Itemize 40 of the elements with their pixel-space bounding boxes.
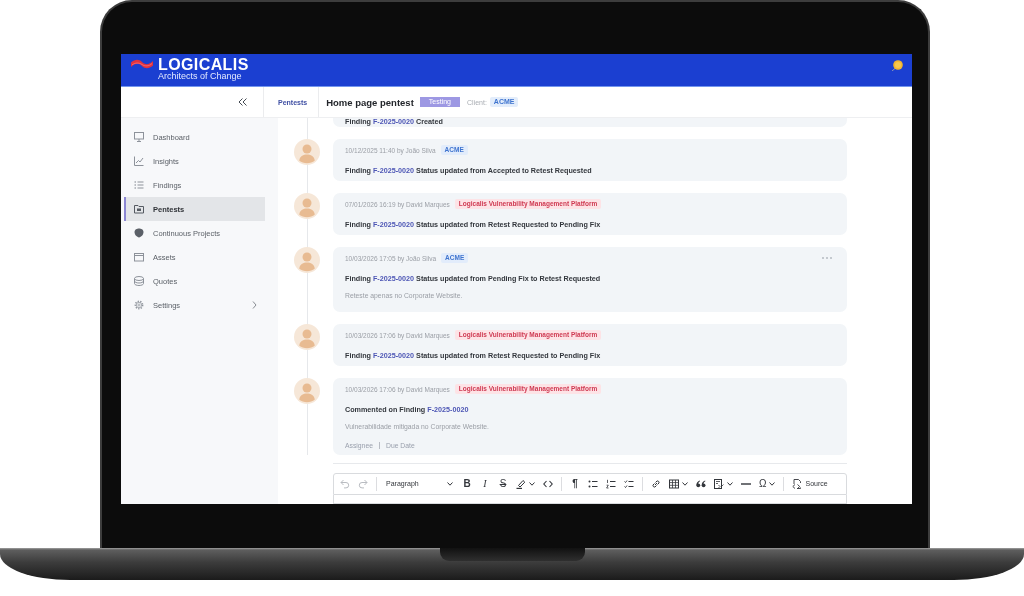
- gear-icon: [134, 300, 144, 310]
- user-avatar-icon: [294, 139, 320, 165]
- chain-link-icon: [651, 479, 661, 489]
- insert-media-button[interactable]: [711, 476, 736, 492]
- strikethrough-button[interactable]: S: [495, 476, 511, 492]
- user-avatar-icon: [294, 378, 320, 404]
- angle-brackets-icon: [543, 479, 553, 489]
- italic-button[interactable]: I: [477, 476, 493, 492]
- user-avatar-icon: [294, 247, 320, 273]
- paragraph-mark-button[interactable]: ¶: [567, 476, 583, 492]
- horizontal-line-icon: [741, 483, 751, 485]
- numbered-list-icon: [606, 479, 616, 489]
- marker-pen-icon: [516, 479, 526, 489]
- window-icon: [134, 252, 144, 262]
- bold-button[interactable]: B: [459, 476, 475, 492]
- page-title: Home page pentest: [326, 96, 414, 108]
- undo-arrow-icon: [340, 479, 350, 489]
- checklist-icon: [624, 479, 634, 489]
- list-icon: [134, 180, 144, 190]
- table-button[interactable]: [666, 476, 691, 492]
- special-characters-button[interactable]: Ω: [756, 476, 779, 492]
- quotation-mark-icon: [696, 479, 706, 489]
- profile-avatar-icon[interactable]: [891, 60, 903, 71]
- editor-field[interactable]: [333, 495, 847, 504]
- monitor-icon: [134, 132, 144, 142]
- folder-icon: [134, 204, 144, 214]
- brand-tagline: Architects of Change: [158, 71, 243, 82]
- line-chart-icon: [134, 156, 144, 166]
- document-icon: [714, 479, 724, 489]
- table-grid-icon: [669, 479, 679, 489]
- logo-icon: [131, 59, 153, 69]
- code-document-icon: [792, 479, 803, 489]
- coins-icon: [134, 276, 144, 286]
- brand-name: LOGICALIS: [158, 58, 249, 71]
- shield-icon: [134, 228, 144, 238]
- user-avatar-icon: [294, 324, 320, 350]
- redo-arrow-icon: [358, 479, 368, 489]
- bulleted-list-icon: [588, 479, 598, 489]
- user-avatar-icon: [294, 193, 320, 219]
- double-chevron-left-icon[interactable]: [238, 98, 247, 106]
